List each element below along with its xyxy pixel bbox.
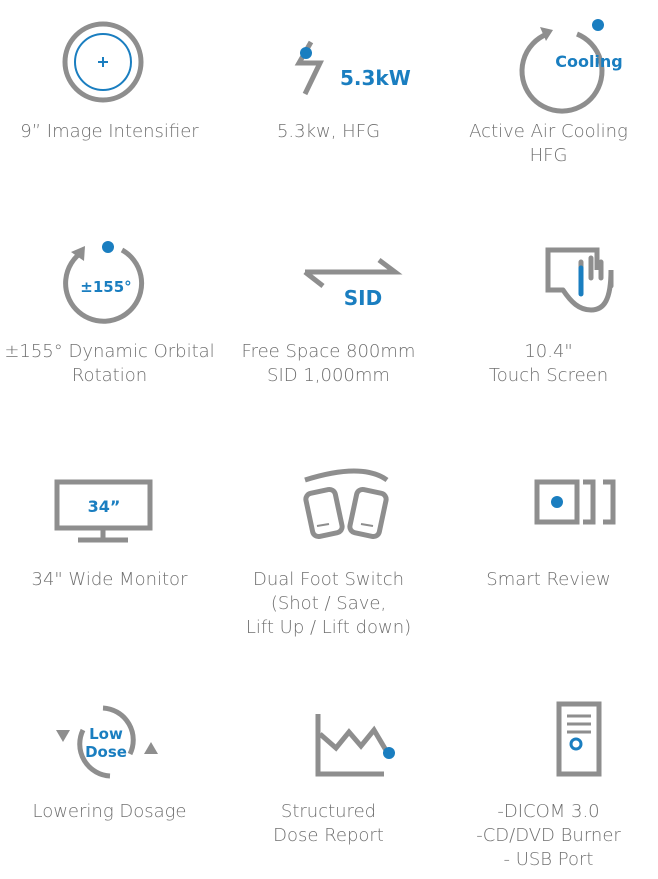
feature-foot-switch: Dual Foot Switch (Shot / Save, Lift Up /… <box>219 458 438 640</box>
feature-label: 34" Wide Monitor <box>31 569 188 590</box>
feature-label: 5.3kw, HFG <box>276 121 381 142</box>
feature-label: Structured Dose Report <box>273 801 384 846</box>
touch-screen-icon <box>545 247 614 313</box>
cooling-icon: Cooling <box>519 19 623 114</box>
feature-touch-screen: 10.4" Touch Screen <box>439 230 658 388</box>
sid-arrows-icon: SID <box>303 258 403 310</box>
feature-power: 5.3kW 5.3kw, HFG <box>219 10 438 144</box>
power-text: 5.3kW <box>340 66 411 90</box>
feature-label: Free Space 800mm SID 1,000mm <box>241 341 416 386</box>
feature-label: Lowering Dosage <box>32 801 187 822</box>
feature-orbital-rotation: ±155° ±155° Dynamic Orbital Rotation <box>0 230 219 388</box>
feature-label: 9” Image Intensifier <box>20 121 199 142</box>
sid-text: SID <box>344 286 382 310</box>
rotation-text: ±155° <box>80 278 131 296</box>
cooling-text: Cooling <box>555 52 623 71</box>
feature-label: Active Air Cooling HFG <box>469 121 628 166</box>
power-lightning-icon: 5.3kW <box>294 40 411 96</box>
foot-switch-icon <box>303 468 389 540</box>
orbital-rotation-icon: ±155° <box>63 241 145 324</box>
feature-cooling: Cooling Active Air Cooling HFG <box>439 10 658 168</box>
feature-dicom: -DICOM 3.0 -CD/DVD Burner - USB Port <box>439 690 658 872</box>
feature-smart-review: Smart Review <box>439 458 658 592</box>
monitor-size-text: 34” <box>88 497 121 516</box>
feature-label: Dual Foot Switch (Shot / Save, Lift Up /… <box>245 569 412 638</box>
feature-lowering-dosage: Low Dose Lowering Dosage <box>0 690 219 824</box>
smart-review-icon <box>534 479 616 525</box>
feature-label: -DICOM 3.0 -CD/DVD Burner - USB Port <box>476 801 621 870</box>
low-dose-text-2: Dose <box>85 743 127 761</box>
dose-report-icon <box>315 714 395 777</box>
feature-label: ±155° Dynamic Orbital Rotation <box>4 341 215 386</box>
low-dose-text-1: Low <box>89 725 123 743</box>
feature-label: Smart Review <box>486 569 611 590</box>
monitor-icon: 34” <box>54 479 153 543</box>
feature-wide-monitor: 34” 34" Wide Monitor <box>0 458 219 592</box>
low-dose-icon: Low Dose <box>56 705 158 779</box>
computer-tower-icon <box>556 701 602 777</box>
image-intensifier-icon <box>62 21 144 103</box>
feature-image-intensifier: 9” Image Intensifier <box>0 10 219 144</box>
feature-label: 10.4" Touch Screen <box>488 341 609 386</box>
feature-dose-report: Structured Dose Report <box>219 690 438 848</box>
feature-free-space-sid: SID Free Space 800mm SID 1,000mm <box>219 230 438 388</box>
